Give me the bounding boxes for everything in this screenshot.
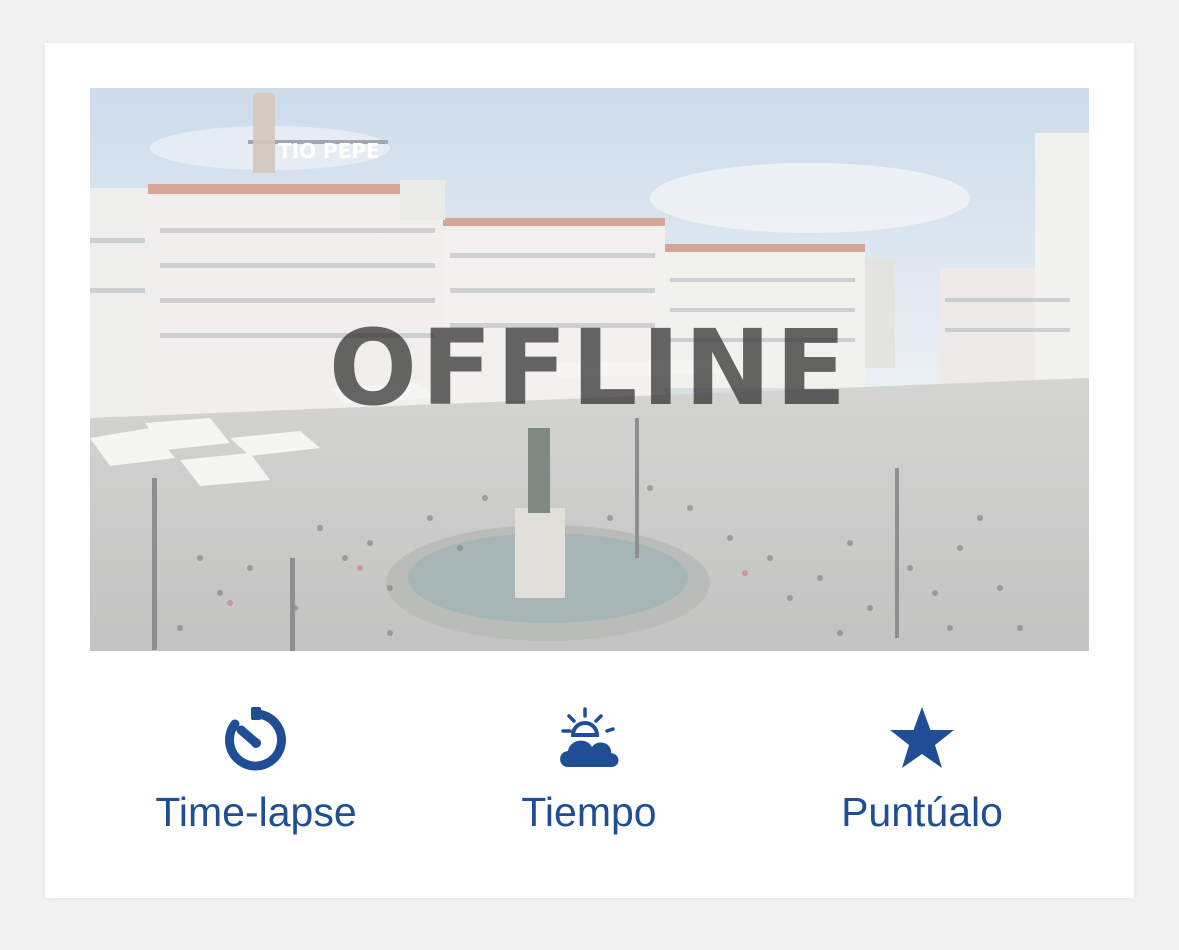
weather-label: Tiempo bbox=[521, 789, 657, 835]
webcam-actions: Time-lapse Tiempo Puntúalo bbox=[45, 693, 1134, 863]
timelapse-button[interactable]: Time-lapse bbox=[106, 705, 406, 836]
weather-sun-cloud-icon bbox=[560, 707, 619, 767]
rate-label: Puntúalo bbox=[841, 789, 1003, 835]
star-icon bbox=[890, 707, 954, 768]
timelapse-label: Time-lapse bbox=[155, 789, 357, 835]
webcam-image[interactable]: TIO PEPE OFFLINE bbox=[90, 88, 1089, 651]
timer-icon bbox=[225, 707, 286, 771]
webcam-card: TIO PEPE OFFLINE Time-lapse Tiempo Puntú… bbox=[45, 43, 1134, 898]
rate-button[interactable]: Puntúalo bbox=[772, 705, 1072, 836]
weather-button[interactable]: Tiempo bbox=[439, 705, 739, 836]
webcam-scene: TIO PEPE bbox=[90, 88, 1089, 651]
